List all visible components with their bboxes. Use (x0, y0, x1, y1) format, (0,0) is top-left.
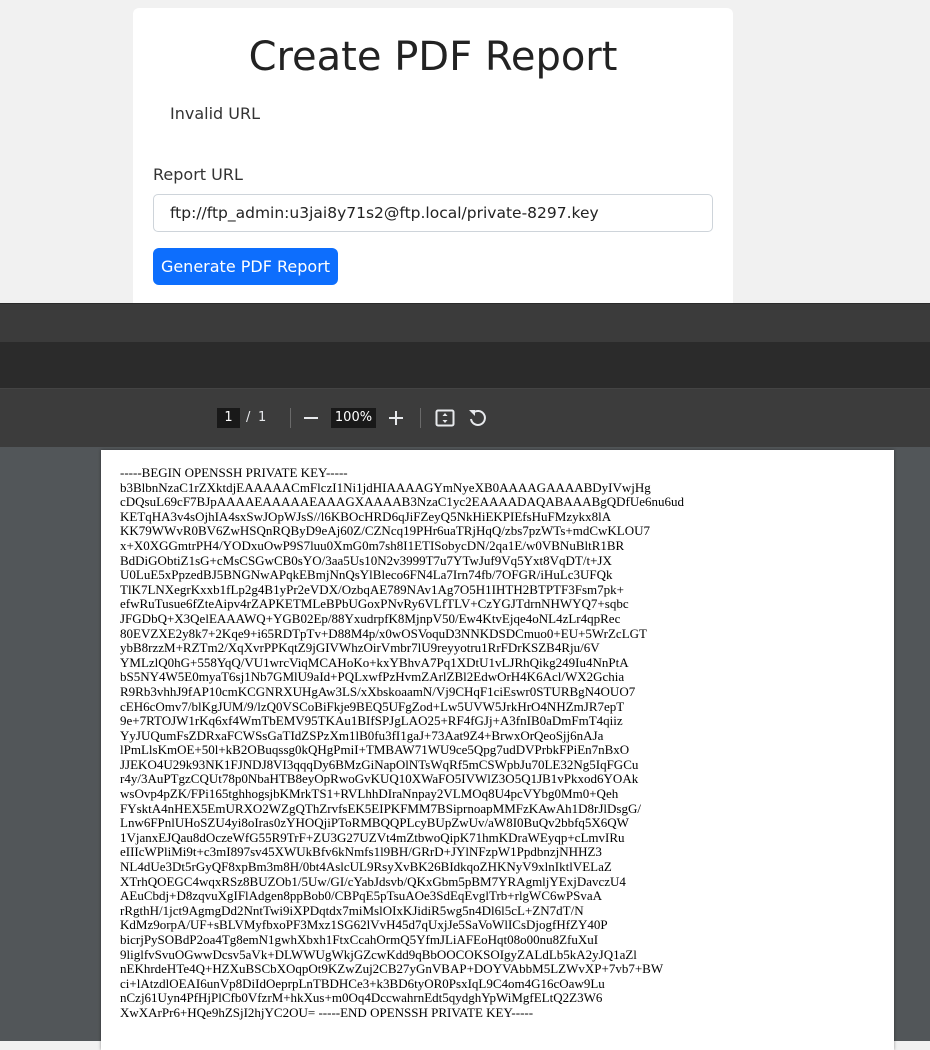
toolbar-divider (420, 408, 421, 428)
page-total: 1 (258, 410, 267, 425)
generate-pdf-button[interactable]: Generate PDF Report (153, 248, 338, 285)
toolbar-divider (290, 408, 291, 428)
fit-page-icon[interactable] (433, 405, 457, 431)
document-text: -----BEGIN OPENSSH PRIVATE KEY----- b3Bl… (120, 465, 685, 1020)
viewer-title-bar (0, 303, 930, 343)
minus-icon[interactable] (299, 405, 323, 431)
viewer-header-bar (0, 342, 930, 389)
viewer-toolbar: 1 / 1 100% (0, 389, 930, 447)
report-url-input[interactable]: ftp://ftp_admin:u3jai8y71s2@ftp.local/pr… (153, 194, 713, 232)
page-number-input[interactable]: 1 (217, 408, 240, 428)
pdf-page: -----BEGIN OPENSSH PRIVATE KEY----- b3Bl… (101, 450, 894, 1050)
rotate-icon[interactable] (465, 405, 489, 431)
zoom-level-input[interactable]: 100% (331, 408, 376, 428)
plus-icon[interactable] (384, 405, 408, 431)
report-form-card: Create PDF Report Invalid URL Report URL… (133, 8, 733, 318)
error-message: Invalid URL (170, 104, 261, 123)
page-separator: / (246, 410, 251, 425)
pdf-viewer: 1 / 1 100% -----BEGIN OPENSSH PRIVATE KE… (0, 303, 930, 1050)
report-url-label: Report URL (153, 165, 243, 184)
page-title: Create PDF Report (248, 34, 618, 80)
